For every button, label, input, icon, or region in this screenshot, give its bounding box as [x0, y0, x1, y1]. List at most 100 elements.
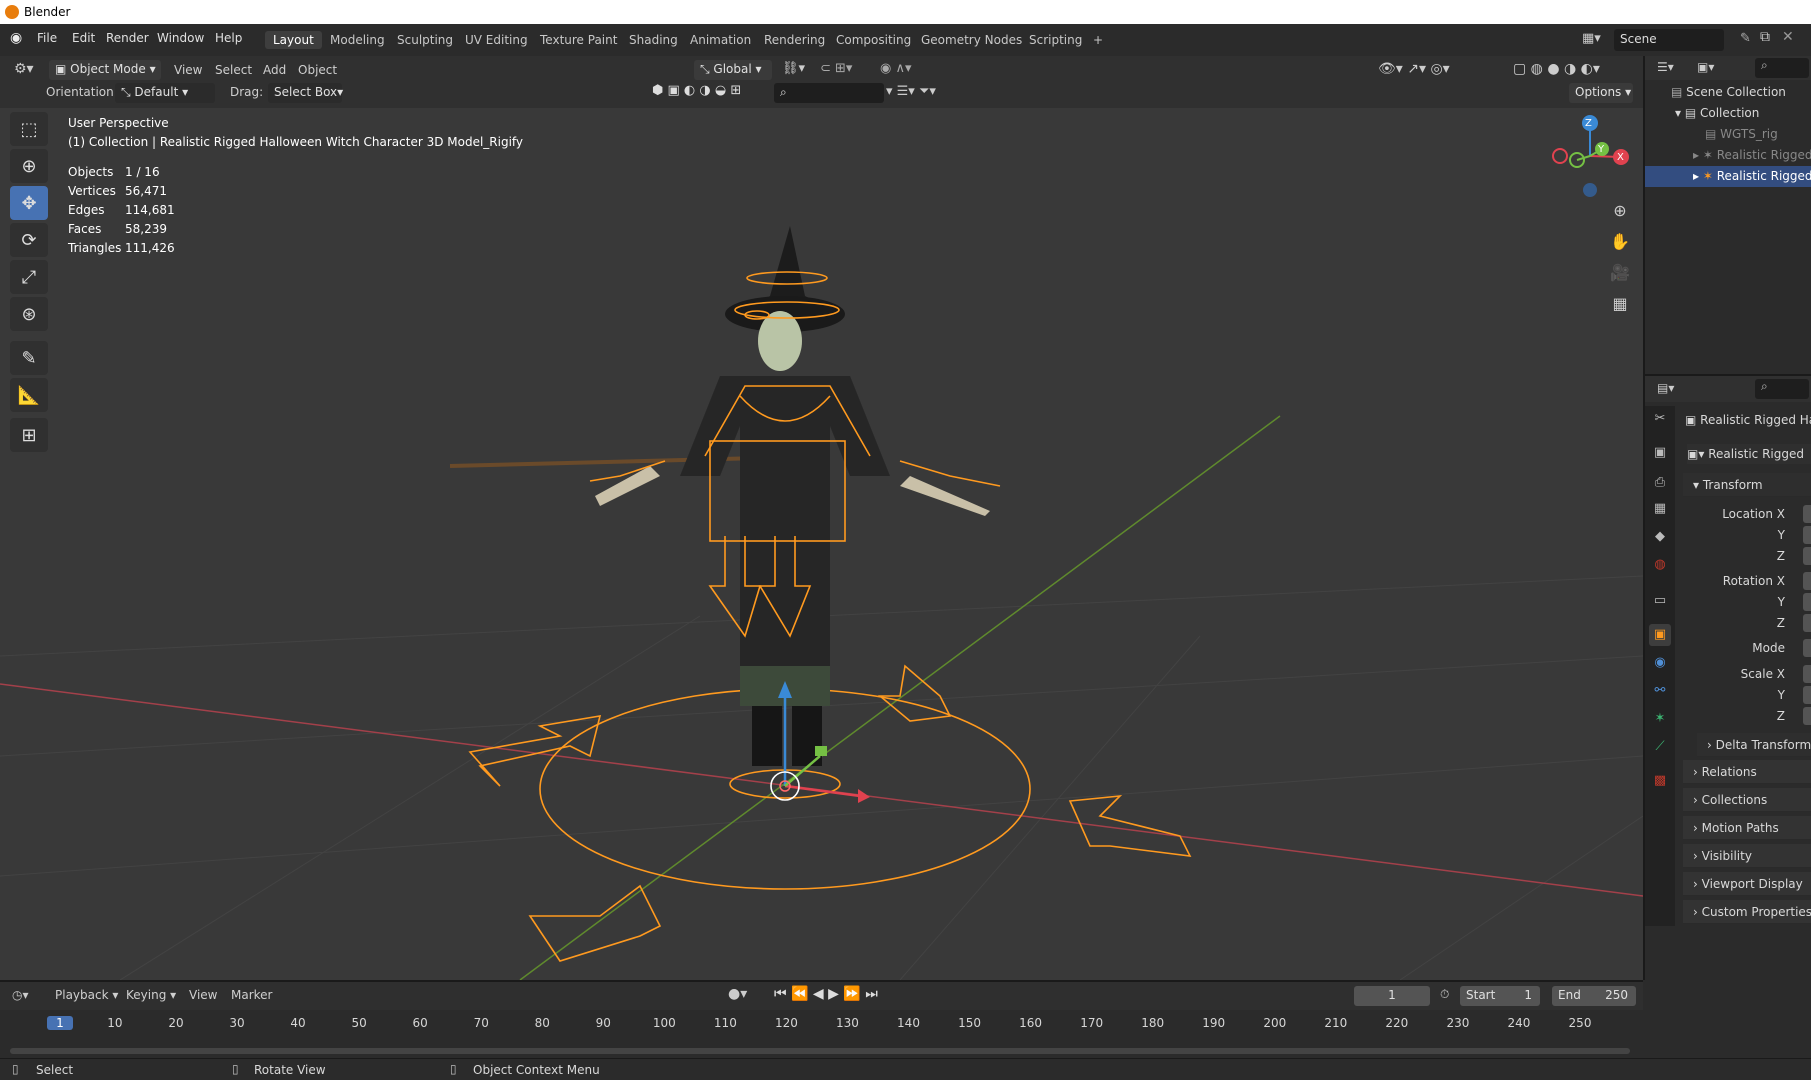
scene-browse-icon[interactable]: ▦▾: [1582, 31, 1601, 46]
orientation-select[interactable]: ⤡ Default ▾: [115, 83, 215, 103]
motion-paths-panel[interactable]: › Motion Paths: [1683, 816, 1811, 840]
outliner-item-wgts[interactable]: ▤ WGTS_rig: [1645, 124, 1811, 145]
current-frame-marker[interactable]: 1: [47, 1016, 73, 1030]
transform-panel-header[interactable]: ▾ Transform: [1683, 473, 1811, 497]
outliner-collection[interactable]: ▾ ▤ Collection: [1645, 103, 1811, 124]
mode-select[interactable]: ▣ Object Mode ▾: [49, 60, 161, 80]
frame-tick[interactable]: 40: [278, 1016, 318, 1030]
options-button[interactable]: Options ▾: [1569, 83, 1633, 103]
frame-tick[interactable]: 60: [400, 1016, 440, 1030]
outliner-scene-collection[interactable]: ▤ Scene Collection: [1645, 82, 1811, 103]
playback-menu[interactable]: Playback ▾: [55, 988, 118, 1002]
frame-tick[interactable]: 50: [339, 1016, 379, 1030]
snap-icon[interactable]: ⊂ ⊞▾: [820, 61, 852, 76]
tab-rendering[interactable]: Rendering: [756, 31, 833, 49]
modifier-tab-icon[interactable]: ◉: [1649, 652, 1671, 674]
view-layer-tab-icon[interactable]: ▦: [1649, 498, 1671, 520]
rotate-tool[interactable]: ⟳: [10, 223, 48, 257]
tab-shading[interactable]: Shading: [621, 31, 686, 49]
menu-select[interactable]: Select: [215, 63, 252, 77]
output-tab-icon[interactable]: ⎙: [1649, 472, 1671, 494]
object-tab-icon[interactable]: ▣: [1649, 624, 1671, 646]
move-tool[interactable]: ✥: [10, 186, 48, 220]
collection-tab-icon[interactable]: ▭: [1649, 590, 1671, 612]
timeline-scrollbar[interactable]: [10, 1048, 1630, 1054]
outliner-editor-icon[interactable]: ☰▾: [1657, 60, 1674, 74]
frame-tick[interactable]: 250: [1560, 1016, 1600, 1030]
zoom-icon[interactable]: ⊕: [1607, 198, 1633, 224]
frame-tick[interactable]: 160: [1011, 1016, 1051, 1030]
menu-window[interactable]: Window: [157, 31, 204, 45]
properties-search-input[interactable]: ⌕: [1755, 379, 1809, 399]
frame-tick[interactable]: 10: [95, 1016, 135, 1030]
3d-viewport[interactable]: ⚙▾ ▣ Object Mode ▾ View Select Add Objec…: [0, 56, 1643, 980]
tab-layout[interactable]: Layout: [265, 31, 322, 49]
relations-panel[interactable]: › Relations: [1683, 760, 1811, 784]
add-workspace-button[interactable]: +: [1085, 31, 1111, 49]
drag-select[interactable]: Select Box▾: [268, 83, 343, 103]
data-block-select[interactable]: ▣▾ Realistic Rigged: [1687, 444, 1811, 464]
camera-icon[interactable]: 🎥: [1607, 260, 1633, 286]
rig-root-control[interactable]: [468, 664, 1192, 962]
properties-editor-icon[interactable]: ▤▾: [1657, 381, 1674, 395]
blender-menu-icon[interactable]: ◉: [10, 30, 28, 48]
frame-tick[interactable]: 190: [1194, 1016, 1234, 1030]
frame-tick[interactable]: 180: [1133, 1016, 1173, 1030]
frame-tick[interactable]: 80: [522, 1016, 562, 1030]
armature-data-tab-icon[interactable]: ✶: [1649, 708, 1671, 730]
menu-object[interactable]: Object: [298, 63, 337, 77]
delete-scene-icon[interactable]: ✕: [1782, 29, 1794, 45]
menu-render[interactable]: Render: [106, 31, 149, 45]
frame-tick[interactable]: 150: [950, 1016, 990, 1030]
frame-tick[interactable]: 200: [1255, 1016, 1295, 1030]
witch-character[interactable]: [595, 226, 990, 766]
frame-tick[interactable]: 90: [583, 1016, 623, 1030]
end-frame-field[interactable]: End 250: [1552, 986, 1636, 1006]
playback-controls[interactable]: ⏮ ⏪ ◀ ▶ ⏩ ⏭: [774, 986, 878, 1002]
transform-tool[interactable]: ⊛: [10, 297, 48, 331]
select-box-tool[interactable]: ⬚: [10, 112, 48, 146]
location-y-field[interactable]: [1803, 526, 1811, 544]
scale-tool[interactable]: ⤢: [10, 260, 48, 294]
bone-tab-icon[interactable]: ⟋: [1649, 736, 1671, 758]
pin-icon[interactable]: ✎: [1740, 31, 1751, 46]
object-name-field[interactable]: ▣ Realistic Rigged Ha: [1685, 410, 1811, 430]
expand-right-icon[interactable]: ▸: [1693, 169, 1703, 183]
display-mode-icon[interactable]: ▣▾: [1697, 60, 1714, 74]
frame-tick[interactable]: 100: [644, 1016, 684, 1030]
expand-right-icon[interactable]: ▸: [1693, 148, 1703, 162]
tab-uv-editing[interactable]: UV Editing: [457, 31, 536, 49]
collections-panel[interactable]: › Collections: [1683, 788, 1811, 812]
custom-properties-panel[interactable]: › Custom Properties: [1683, 900, 1811, 924]
visibility-panel[interactable]: › Visibility: [1683, 844, 1811, 868]
world-tab-icon[interactable]: ◍: [1649, 554, 1671, 576]
tab-scripting[interactable]: Scripting: [1021, 31, 1090, 49]
frame-tick[interactable]: 220: [1377, 1016, 1417, 1030]
render-tab-icon[interactable]: ▣: [1649, 442, 1671, 464]
frame-tick[interactable]: 20: [156, 1016, 196, 1030]
pivot-icon[interactable]: ⛓▾: [782, 61, 805, 76]
annotate-tool[interactable]: ✎: [10, 341, 48, 375]
marker-menu[interactable]: Marker: [231, 988, 272, 1002]
location-z-field[interactable]: [1803, 547, 1811, 565]
scale-x-field[interactable]: [1803, 665, 1811, 683]
timeline-view-menu[interactable]: View: [189, 988, 217, 1002]
visibility-icon[interactable]: 👁▾ ↗▾ ◎▾: [1378, 61, 1450, 77]
menu-file[interactable]: File: [37, 31, 57, 45]
outliner-search-input[interactable]: ⌕: [1755, 58, 1809, 78]
timeline-editor[interactable]: ◷▾ Playback ▾ Keying ▾ View Marker ●▾ ⏮ …: [0, 980, 1643, 1058]
frame-tick[interactable]: 240: [1499, 1016, 1539, 1030]
transform-orientation-select[interactable]: ⤡ Global ▾: [694, 60, 772, 80]
frame-tick[interactable]: 110: [705, 1016, 745, 1030]
rotation-y-field[interactable]: [1803, 593, 1811, 611]
scale-y-field[interactable]: [1803, 686, 1811, 704]
scene-selector[interactable]: Scene: [1614, 29, 1724, 51]
viewport-display-panel[interactable]: › Viewport Display: [1683, 872, 1811, 896]
pan-hand-icon[interactable]: ✋: [1607, 229, 1633, 255]
grid-toggle-icon[interactable]: ▦: [1607, 291, 1633, 317]
tab-animation[interactable]: Animation: [682, 31, 759, 49]
location-x-field[interactable]: [1803, 505, 1811, 523]
outliner-item-rig-1[interactable]: ▸ ✶ Realistic Rigged: [1645, 145, 1811, 166]
frame-tick[interactable]: 130: [827, 1016, 867, 1030]
frame-tick[interactable]: 140: [889, 1016, 929, 1030]
